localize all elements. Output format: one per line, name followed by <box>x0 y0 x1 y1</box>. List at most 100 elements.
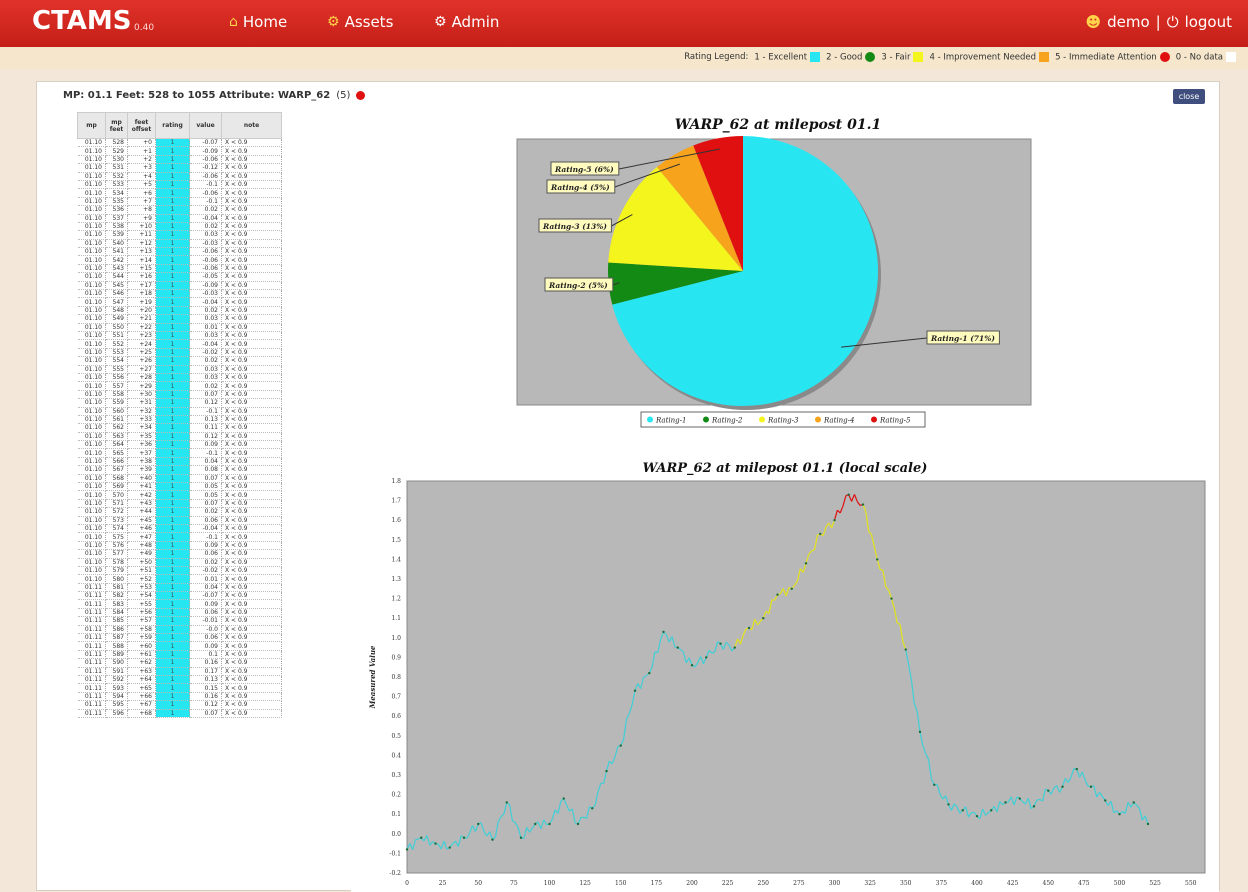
table-row[interactable]: 01.10547+191-0.04X < 0.9 <box>78 298 282 306</box>
table-row[interactable]: 01.10542+141-0.06X < 0.9 <box>78 256 282 264</box>
table-row[interactable]: 01.10549+2110.03X < 0.9 <box>78 315 282 323</box>
table-row[interactable]: 01.10564+3610.09X < 0.9 <box>78 441 282 449</box>
column-header[interactable]: mp feet <box>106 113 128 139</box>
table-row[interactable]: 01.11581+5310.04X < 0.9 <box>78 583 282 591</box>
table-cell: 01.11 <box>78 617 106 625</box>
table-row[interactable]: 01.10534+61-0.06X < 0.9 <box>78 189 282 197</box>
table-row[interactable]: 01.10551+2310.03X < 0.9 <box>78 331 282 339</box>
column-header[interactable]: note <box>222 113 282 139</box>
table-row[interactable]: 01.10561+3310.13X < 0.9 <box>78 415 282 423</box>
table-row[interactable]: 01.10575+471-0.1X < 0.9 <box>78 533 282 541</box>
table-row[interactable]: 01.10535+71-0.1X < 0.9 <box>78 197 282 205</box>
table-row[interactable]: 01.10528+01-0.07X < 0.9 <box>78 139 282 147</box>
table-cell: -0.04 <box>190 524 222 532</box>
table-row[interactable]: 01.11595+6710.12X < 0.9 <box>78 701 282 709</box>
table-row[interactable]: 01.10571+4310.07X < 0.9 <box>78 499 282 507</box>
table-row[interactable]: 01.10576+4810.09X < 0.9 <box>78 541 282 549</box>
table-cell: X < 0.9 <box>222 172 282 180</box>
table-cell: 542 <box>106 256 128 264</box>
table-row[interactable]: 01.10574+461-0.04X < 0.9 <box>78 524 282 532</box>
column-header[interactable]: feet offset <box>128 113 156 139</box>
table-cell: +68 <box>128 709 156 717</box>
table-row[interactable]: 01.10552+241-0.04X < 0.9 <box>78 340 282 348</box>
app-brand[interactable]: CTAMS <box>32 6 132 36</box>
table-row[interactable]: 01.10529+11-0.09X < 0.9 <box>78 147 282 155</box>
table-cell: 1 <box>156 583 190 591</box>
table-row[interactable]: 01.11585+571-0.01X < 0.9 <box>78 617 282 625</box>
table-row[interactable]: 01.10545+171-0.09X < 0.9 <box>78 281 282 289</box>
table-cell: X < 0.9 <box>222 650 282 658</box>
table-cell: 0.05 <box>190 483 222 491</box>
table-row[interactable]: 01.10566+3810.04X < 0.9 <box>78 457 282 465</box>
table-row[interactable]: 01.10540+121-0.03X < 0.9 <box>78 239 282 247</box>
table-cell: +43 <box>128 499 156 507</box>
table-row[interactable]: 01.10532+41-0.06X < 0.9 <box>78 172 282 180</box>
table-row[interactable]: 01.11592+6410.13X < 0.9 <box>78 676 282 684</box>
table-row[interactable]: 01.10533+51-0.1X < 0.9 <box>78 180 282 188</box>
table-row[interactable]: 01.11586+581-0.0X < 0.9 <box>78 625 282 633</box>
table-row[interactable]: 01.10559+3110.12X < 0.9 <box>78 399 282 407</box>
table-cell: 576 <box>106 541 128 549</box>
table-cell: -0.04 <box>190 340 222 348</box>
table-row[interactable]: 01.10550+2210.01X < 0.9 <box>78 323 282 331</box>
table-row[interactable]: 01.10531+31-0.12X < 0.9 <box>78 164 282 172</box>
table-row[interactable]: 01.11594+6610.16X < 0.9 <box>78 692 282 700</box>
table-row[interactable]: 01.10538+1010.02X < 0.9 <box>78 222 282 230</box>
logout-icon: ⏻ <box>1167 13 1179 31</box>
column-header[interactable]: rating <box>156 113 190 139</box>
table-row[interactable]: 01.11589+6110.1X < 0.9 <box>78 650 282 658</box>
table-row[interactable]: 01.10560+321-0.1X < 0.9 <box>78 407 282 415</box>
table-cell: X < 0.9 <box>222 348 282 356</box>
table-row[interactable]: 01.11590+6210.16X < 0.9 <box>78 659 282 667</box>
table-row[interactable]: 01.10546+181-0.03X < 0.9 <box>78 290 282 298</box>
column-header[interactable]: value <box>190 113 222 139</box>
data-table-container[interactable]: mpmp feetfeet offsetratingvaluenote 01.1… <box>77 112 345 892</box>
username-link[interactable]: demo <box>1107 13 1150 31</box>
table-row[interactable]: 01.10580+5210.01X < 0.9 <box>78 575 282 583</box>
column-header[interactable]: mp <box>78 113 106 139</box>
table-row[interactable]: 01.11591+6310.17X < 0.9 <box>78 667 282 675</box>
table-row[interactable]: 01.10548+2010.02X < 0.9 <box>78 306 282 314</box>
table-row[interactable]: 01.10565+371-0.1X < 0.9 <box>78 449 282 457</box>
table-row[interactable]: 01.10537+91-0.04X < 0.9 <box>78 214 282 222</box>
table-row[interactable]: 01.10556+2810.03X < 0.9 <box>78 373 282 381</box>
table-cell: 1 <box>156 533 190 541</box>
table-row[interactable]: 01.10567+3910.08X < 0.9 <box>78 466 282 474</box>
nav-home[interactable]: ⌂ Home <box>229 13 287 31</box>
table-row[interactable]: 01.10543+151-0.06X < 0.9 <box>78 264 282 272</box>
table-row[interactable]: 01.10539+1110.03X < 0.9 <box>78 231 282 239</box>
table-row[interactable]: 01.10578+5010.02X < 0.9 <box>78 558 282 566</box>
close-button[interactable]: close <box>1173 89 1205 104</box>
table-row[interactable]: 01.11582+541-0.07X < 0.9 <box>78 592 282 600</box>
table-row[interactable]: 01.10555+2710.03X < 0.9 <box>78 365 282 373</box>
table-row[interactable]: 01.10569+4110.05X < 0.9 <box>78 483 282 491</box>
table-row[interactable]: 01.11584+5610.06X < 0.9 <box>78 608 282 616</box>
table-row[interactable]: 01.10573+4510.06X < 0.9 <box>78 516 282 524</box>
table-cell: 1 <box>156 147 190 155</box>
table-row[interactable]: 01.10557+2910.02X < 0.9 <box>78 382 282 390</box>
table-row[interactable]: 01.11596+6810.07X < 0.9 <box>78 709 282 717</box>
nav-admin[interactable]: ⚙ Admin <box>434 13 499 31</box>
table-row[interactable]: 01.10554+2610.02X < 0.9 <box>78 357 282 365</box>
table-row[interactable]: 01.11593+6510.15X < 0.9 <box>78 684 282 692</box>
table-row[interactable]: 01.10536+810.02X < 0.9 <box>78 206 282 214</box>
table-cell: X < 0.9 <box>222 516 282 524</box>
table-row[interactable]: 01.10572+4410.02X < 0.9 <box>78 508 282 516</box>
table-row[interactable]: 01.10530+21-0.06X < 0.9 <box>78 155 282 163</box>
table-row[interactable]: 01.10553+251-0.02X < 0.9 <box>78 348 282 356</box>
table-row[interactable]: 01.10570+4210.05X < 0.9 <box>78 491 282 499</box>
table-row[interactable]: 01.11587+5910.06X < 0.9 <box>78 634 282 642</box>
table-row[interactable]: 01.10563+3510.12X < 0.9 <box>78 432 282 440</box>
nav-assets[interactable]: ⚙ Assets <box>327 13 393 31</box>
logout-link[interactable]: logout <box>1185 13 1232 31</box>
table-row[interactable]: 01.10577+4910.06X < 0.9 <box>78 550 282 558</box>
table-row[interactable]: 01.10562+3410.11X < 0.9 <box>78 424 282 432</box>
table-row[interactable]: 01.11588+6010.09X < 0.9 <box>78 642 282 650</box>
table-row[interactable]: 01.10579+511-0.02X < 0.9 <box>78 566 282 574</box>
table-cell: 545 <box>106 281 128 289</box>
table-row[interactable]: 01.10544+161-0.05X < 0.9 <box>78 273 282 281</box>
table-row[interactable]: 01.10568+4010.07X < 0.9 <box>78 474 282 482</box>
table-row[interactable]: 01.11583+5510.09X < 0.9 <box>78 600 282 608</box>
table-row[interactable]: 01.10541+131-0.06X < 0.9 <box>78 248 282 256</box>
table-row[interactable]: 01.10558+3010.07X < 0.9 <box>78 390 282 398</box>
